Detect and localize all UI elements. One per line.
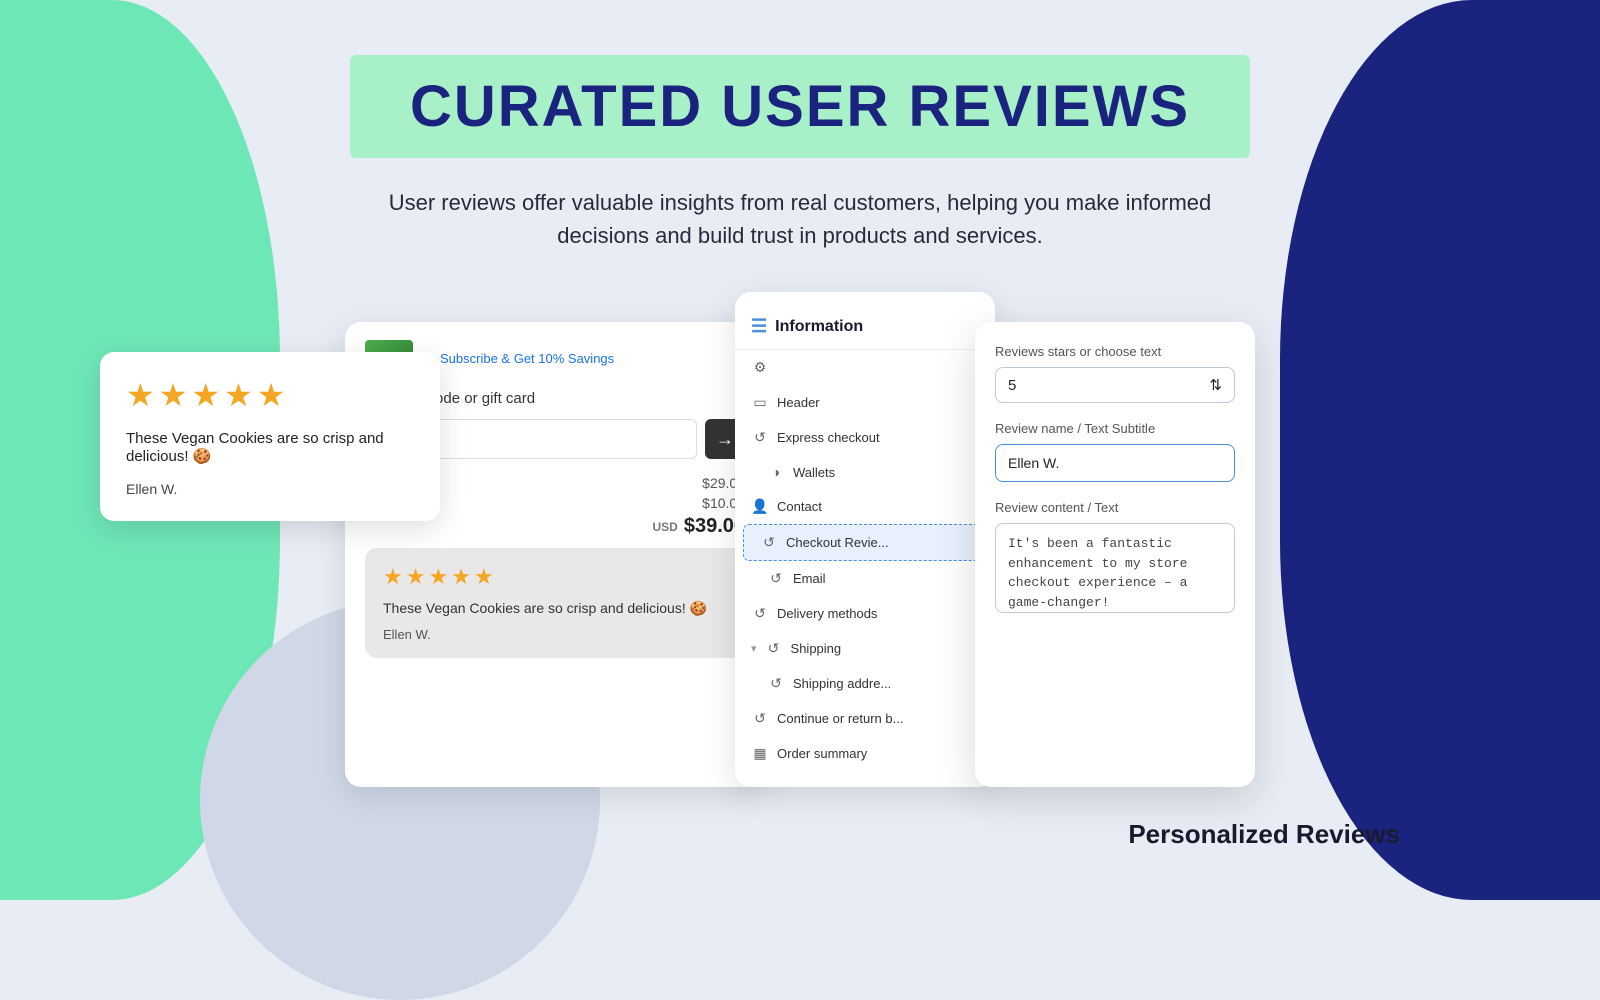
sidebar-item-label: Continue or return b... <box>777 711 903 726</box>
settings-icon: ⚙ <box>751 359 769 376</box>
delivery-icon: ↺ <box>751 605 769 622</box>
shopify-sidebar-header: ☰ Information <box>735 308 995 350</box>
stars-label: Reviews stars or choose text <box>995 344 1235 359</box>
sidebar-item-label: Shipping <box>791 641 842 656</box>
subscribe-link[interactable]: Subscribe & Get 10% Savings <box>423 351 614 366</box>
sidebar-item-email[interactable]: ↺ Email <box>735 561 995 596</box>
sidebar-item-label: Delivery methods <box>777 606 877 621</box>
review-editor-panel: Reviews stars or choose text 5 ⇅ Review … <box>975 322 1255 787</box>
page-title: CURATED USER REVIEWS <box>410 73 1190 140</box>
email-icon: ↺ <box>767 570 785 587</box>
sidebar-item-label: Wallets <box>793 465 835 480</box>
review-stars-big: ★ ★ ★ ★ ★ <box>126 376 414 414</box>
sidebar-item-express-checkout[interactable]: ↺ Express checkout <box>735 420 995 455</box>
order-summary-icon: ▦ <box>751 745 769 762</box>
sidebar-header-title: Information <box>775 318 863 336</box>
sidebar-item-label: Shipping addre... <box>793 676 891 691</box>
page-subtitle: User reviews offer valuable insights fro… <box>370 186 1230 252</box>
name-input[interactable] <box>995 444 1235 482</box>
continue-icon: ↺ <box>751 710 769 727</box>
sidebar-item-label: Order summary <box>777 746 867 761</box>
review-bottom-author: Ellen W. <box>383 627 727 642</box>
sidebar-item-label: Contact <box>777 499 822 514</box>
personalized-label: Personalized Reviews <box>1128 819 1400 850</box>
content-label: Review content / Text <box>995 500 1235 515</box>
sidebar-item-checkout-review[interactable]: ↺ Checkout Revie... <box>743 524 987 561</box>
shipping-icon: ↺ <box>765 640 783 657</box>
review-stars-small: ★ ★ ★ ★ ★ <box>383 564 727 590</box>
cards-container: ★ ★ ★ ★ ★ These Vegan Cookies are so cri… <box>200 292 1400 787</box>
sidebar-item-continue[interactable]: ↺ Continue or return b... <box>735 701 995 736</box>
sidebar-item-label: Checkout Revie... <box>786 535 889 550</box>
sidebar-item-shipping-address[interactable]: ↺ Shipping addre... <box>735 666 995 701</box>
sidebar-item-label: Email <box>793 571 826 586</box>
checkout-bottom-card: ★ ★ ★ ★ ★ These Vegan Cookies are so cri… <box>365 548 745 658</box>
shopify-panel: ☰ Information ⚙ ▭ Header ↺ Express check… <box>735 292 995 787</box>
stars-value: 5 <box>1008 377 1016 394</box>
name-label: Review name / Text Subtitle <box>995 421 1235 436</box>
sidebar-item-label: Express checkout <box>777 430 880 445</box>
title-banner: CURATED USER REVIEWS <box>350 55 1250 158</box>
review-card-float: ★ ★ ★ ★ ★ These Vegan Cookies are so cri… <box>100 352 440 521</box>
sidebar-item-label: Header <box>777 395 820 410</box>
express-checkout-icon: ↺ <box>751 429 769 446</box>
checkout-review-icon: ↺ <box>760 534 778 551</box>
stars-select[interactable]: 5 ⇅ <box>995 367 1235 403</box>
sidebar-header-icon: ☰ <box>751 316 767 337</box>
sidebar-item-delivery[interactable]: ↺ Delivery methods <box>735 596 995 631</box>
sidebar-item-shipping[interactable]: ▾ ↺ Shipping <box>735 631 995 666</box>
review-bottom-text: These Vegan Cookies are so crisp and del… <box>383 600 727 617</box>
sidebar-item-settings[interactable]: ⚙ <box>735 350 995 385</box>
sidebar-item-header[interactable]: ▭ Header <box>735 385 995 420</box>
sidebar-item-wallets[interactable]: ◑ Wallets <box>735 455 995 489</box>
shipping-address-icon: ↺ <box>767 675 785 692</box>
header-icon: ▭ <box>751 394 769 411</box>
review-float-author: Ellen W. <box>126 481 414 497</box>
content-textarea[interactable]: It's been a fantastic enhancement to my … <box>995 523 1235 613</box>
review-float-text: These Vegan Cookies are so crisp and del… <box>126 430 414 465</box>
usd-label: USD <box>652 520 677 534</box>
chevron-icon: ▾ <box>751 642 757 655</box>
sidebar-item-contact[interactable]: 👤 Contact <box>735 489 995 524</box>
sidebar-item-order-summary[interactable]: ▦ Order summary <box>735 736 995 771</box>
select-chevron-icon: ⇅ <box>1209 376 1222 394</box>
wallets-icon: ◑ <box>767 464 785 480</box>
contact-icon: 👤 <box>751 498 769 515</box>
